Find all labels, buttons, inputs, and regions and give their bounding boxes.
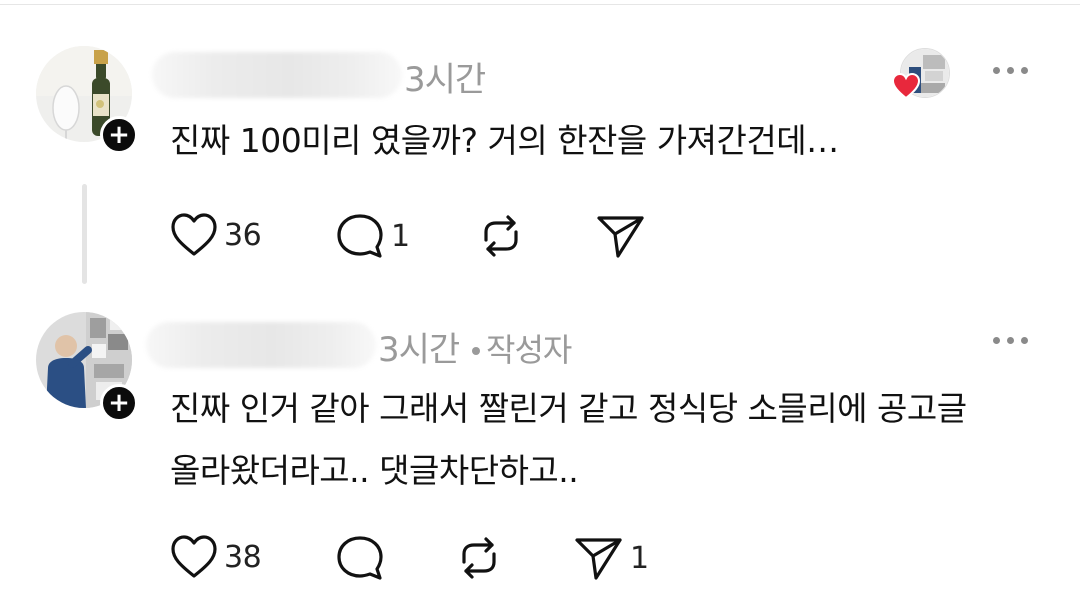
share-button[interactable] [596,212,646,260]
heart-icon [171,535,217,578]
like-count: 36 [224,217,262,253]
follow-plus-button[interactable]: + [100,116,138,154]
send-icon [575,538,622,580]
repost-icon [462,537,496,579]
username-blurred[interactable] [152,52,402,98]
comment-bubble-icon [337,536,383,580]
comment-text: 진짜 100미리 였을까? 거의 한잔을 가져간건데… [170,121,839,160]
like-button[interactable]: 36 [170,212,262,258]
repost-button[interactable] [454,534,504,582]
follow-plus-button[interactable]: + [100,384,138,422]
meta-separator-dot [472,347,480,355]
author-tag: 작성자 [486,331,572,369]
reply-button[interactable]: 1 [335,212,410,260]
reply-button[interactable] [335,534,391,582]
share-count: 1 [630,540,649,576]
comment-1: + 3시간 진짜 100미리 였을까? 거의 한잔을 가져간건데… 36 1 [0,0,1080,300]
comment-2: + 3시간 작성자 진짜 인거 같아 그래서 짤린거 같고 정식당 소믈리에 공… [0,300,1080,610]
comment-bubble-icon [337,214,383,258]
send-icon [597,216,644,258]
username-blurred[interactable] [146,322,376,368]
comment-text-line-2: 올라왔더라고.. 댓글차단하고.. [170,451,579,490]
heart-filled-icon [891,72,921,100]
repost-icon [484,215,518,257]
like-button[interactable]: 38 [170,534,262,580]
heart-icon [171,213,217,256]
more-options-button[interactable] [993,67,1028,74]
timestamp: 3시간 [404,60,486,100]
reply-count: 1 [391,218,410,254]
repost-button[interactable] [476,212,526,260]
share-button[interactable]: 1 [574,534,649,582]
timestamp: 3시간 [378,330,460,370]
comment-text-line-1: 진짜 인거 같아 그래서 짤린거 같고 정식당 소믈리에 공고글 [170,389,967,428]
more-options-button[interactable] [993,337,1028,344]
like-count: 38 [224,539,262,575]
thread-line [82,184,87,284]
